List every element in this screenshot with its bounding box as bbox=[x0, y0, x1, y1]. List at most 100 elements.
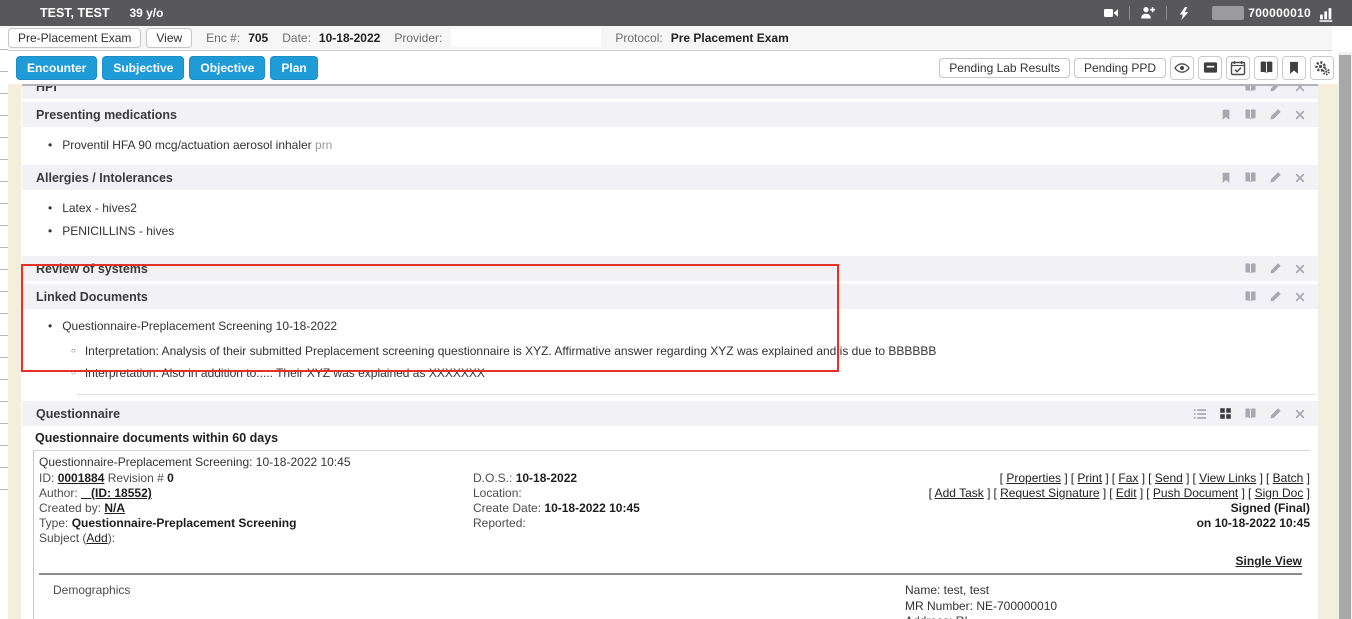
add-task-link[interactable]: Add Task bbox=[935, 486, 984, 500]
lightning-bolt-icon[interactable] bbox=[1177, 6, 1192, 21]
fax-link[interactable]: Fax bbox=[1118, 471, 1138, 485]
account-number: 700000010 bbox=[1248, 6, 1311, 20]
calendar-check-icon[interactable] bbox=[1226, 56, 1250, 80]
interpretation-item: Interpretation: Analysis of their submit… bbox=[71, 340, 1318, 362]
section-header-allergies[interactable]: Allergies / Intolerances bbox=[22, 165, 1318, 190]
book-icon[interactable] bbox=[1244, 108, 1257, 121]
tab-plan[interactable]: Plan bbox=[270, 56, 317, 80]
close-icon[interactable] bbox=[1294, 263, 1306, 275]
view-button[interactable]: View bbox=[146, 28, 192, 48]
divider bbox=[39, 573, 1302, 575]
close-icon[interactable] bbox=[1294, 172, 1306, 184]
document-actions: Properties Print Fax Send View Links Batch Ad… bbox=[910, 471, 1310, 546]
provider-input[interactable] bbox=[451, 29, 601, 47]
tab-objective[interactable]: Objective bbox=[189, 56, 265, 80]
send-link[interactable]: Send bbox=[1155, 471, 1183, 485]
eye-icon[interactable] bbox=[1170, 56, 1194, 80]
medication-item: Proventil HFA 90 mcg/actuation aerosol i… bbox=[48, 137, 1318, 153]
progress-note-panel: HPI Presenting medications Proventil HFA… bbox=[22, 84, 1318, 619]
divider bbox=[1129, 6, 1130, 20]
provider-label: Provider: bbox=[394, 31, 442, 45]
view-links-link[interactable]: View Links bbox=[1199, 471, 1256, 485]
push-document-link[interactable]: Push Document bbox=[1153, 486, 1238, 500]
divider bbox=[1166, 6, 1167, 20]
allergy-item: PENICILLINS - hives bbox=[48, 223, 1318, 239]
book-icon[interactable] bbox=[1244, 86, 1257, 93]
tab-encounter[interactable]: Encounter bbox=[16, 56, 97, 80]
section-header-review-of-systems[interactable]: Review of systems bbox=[22, 256, 1318, 281]
section-title: Linked Documents bbox=[36, 290, 148, 304]
medication-list: Proventil HFA 90 mcg/actuation aerosol i… bbox=[22, 127, 1318, 163]
section-header-presenting-medications[interactable]: Presenting medications bbox=[22, 102, 1318, 127]
document-meta-left: ID: 0001884 Revision # 0 Author: _ (ID: … bbox=[39, 471, 473, 546]
left-edge-tick-marks bbox=[0, 28, 8, 494]
section-header-questionnaire[interactable]: Questionnaire bbox=[22, 401, 1318, 426]
settings-gears-icon[interactable] bbox=[1310, 56, 1334, 80]
demographics-fields: Name: test, test MR Number: NE-700000010… bbox=[905, 583, 1310, 619]
patient-age: 39 y/o bbox=[129, 6, 163, 20]
author-link[interactable]: _ (ID: 18552) bbox=[81, 486, 152, 500]
id-label: ID: bbox=[39, 471, 54, 485]
tab-subjective[interactable]: Subjective bbox=[102, 56, 184, 80]
scrollbar-thumb[interactable] bbox=[1339, 55, 1351, 619]
demographics-block: Demographics Name: test, test MR Number:… bbox=[39, 583, 1310, 619]
author-label: Author: bbox=[39, 486, 78, 500]
batch-link[interactable]: Batch bbox=[1273, 471, 1304, 485]
properties-link[interactable]: Properties bbox=[1006, 471, 1061, 485]
person-add-icon[interactable] bbox=[1140, 5, 1156, 21]
pencil-icon[interactable] bbox=[1269, 262, 1282, 275]
vertical-scrollbar[interactable] bbox=[1338, 52, 1352, 619]
grid-view-icon[interactable] bbox=[1219, 407, 1232, 420]
archive-box-icon[interactable] bbox=[1198, 56, 1222, 80]
pending-lab-results-button[interactable]: Pending Lab Results bbox=[939, 58, 1070, 78]
divider bbox=[77, 394, 1316, 395]
date-value: 10-18-2022 bbox=[319, 31, 380, 45]
book-icon[interactable] bbox=[1244, 171, 1257, 184]
demographics-field: Address: RI bbox=[905, 614, 1310, 619]
book-icon[interactable] bbox=[1244, 262, 1257, 275]
questionnaire-subtitle: Questionnaire documents within 60 days bbox=[22, 426, 1318, 446]
close-icon[interactable] bbox=[1294, 109, 1306, 121]
created-by-label: Created by: bbox=[39, 501, 101, 515]
document-id-link[interactable]: 0001884 bbox=[58, 471, 105, 485]
bookmark-icon[interactable] bbox=[1220, 172, 1232, 184]
redacted-label bbox=[1212, 6, 1244, 20]
exam-type-button[interactable]: Pre-Placement Exam bbox=[8, 28, 141, 48]
book-icon[interactable] bbox=[1254, 56, 1278, 80]
video-camera-icon[interactable] bbox=[1103, 5, 1119, 21]
list-view-icon[interactable] bbox=[1193, 407, 1207, 421]
close-icon[interactable] bbox=[1294, 408, 1306, 420]
pencil-icon[interactable] bbox=[1269, 86, 1282, 93]
growth-chart-icon[interactable] bbox=[1319, 5, 1336, 22]
book-icon[interactable] bbox=[1244, 407, 1257, 420]
subject-add-link[interactable]: Add bbox=[86, 531, 107, 545]
pencil-icon[interactable] bbox=[1269, 407, 1282, 420]
edit-link[interactable]: Edit bbox=[1116, 486, 1137, 500]
interpretation-list: Interpretation: Analysis of their submit… bbox=[22, 334, 1318, 384]
pencil-icon[interactable] bbox=[1269, 290, 1282, 303]
request-signature-link[interactable]: Request Signature bbox=[1000, 486, 1099, 500]
demographics-field: Name: test, test bbox=[905, 583, 1310, 599]
signed-status: Signed (Final) bbox=[910, 501, 1310, 516]
demographics-field: MR Number: NE-700000010 bbox=[905, 599, 1310, 615]
book-icon[interactable] bbox=[1244, 290, 1257, 303]
type-value: Questionnaire-Preplacement Screening bbox=[72, 516, 297, 530]
bookmark-icon[interactable] bbox=[1220, 109, 1232, 121]
print-link[interactable]: Print bbox=[1077, 471, 1102, 485]
created-by-link[interactable]: N/A bbox=[104, 501, 125, 515]
allergy-item: Latex - hives2 bbox=[48, 200, 1318, 216]
pending-ppd-button[interactable]: Pending PPD bbox=[1074, 58, 1166, 78]
sign-doc-link[interactable]: Sign Doc bbox=[1255, 486, 1304, 500]
pencil-icon[interactable] bbox=[1269, 108, 1282, 121]
section-header-linked-documents[interactable]: Linked Documents bbox=[22, 284, 1318, 309]
pencil-icon[interactable] bbox=[1269, 171, 1282, 184]
close-icon[interactable] bbox=[1294, 86, 1306, 93]
reported-label: Reported: bbox=[473, 516, 526, 530]
bookmark-icon[interactable] bbox=[1282, 56, 1306, 80]
close-icon[interactable] bbox=[1294, 291, 1306, 303]
subject-label: Subject bbox=[39, 531, 79, 545]
protocol-value: Pre Placement Exam bbox=[671, 31, 789, 45]
single-view-link[interactable]: Single View bbox=[1236, 554, 1302, 568]
type-label: Type: bbox=[39, 516, 68, 530]
section-header-hpi[interactable]: HPI bbox=[22, 86, 1318, 99]
